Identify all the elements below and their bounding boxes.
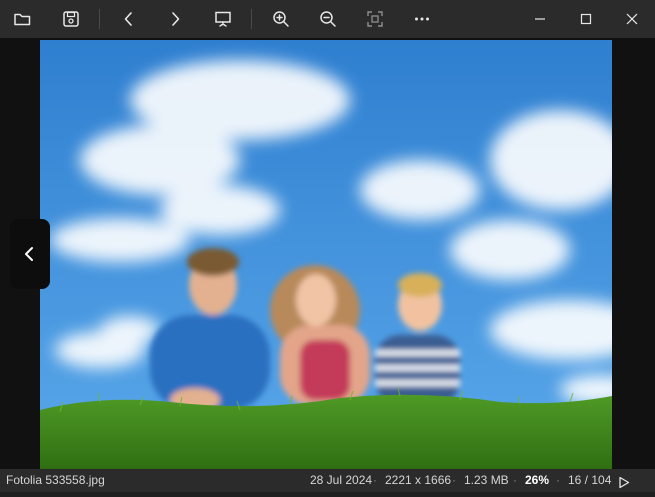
date-taken: 28 Jul 2024 (310, 473, 373, 487)
zoom-level[interactable]: 26% (525, 469, 549, 492)
save-icon (63, 11, 79, 27)
separator-dot: · (373, 473, 377, 487)
maximize-button[interactable] (571, 4, 601, 34)
separator-dot: · (452, 473, 456, 487)
close-button[interactable] (617, 4, 647, 34)
fit-screen-icon (367, 11, 383, 27)
zoom-in-icon (273, 11, 289, 27)
status-bar: Fotolia 533558.jpg 28 Jul 2024 · 2221 x … (0, 469, 655, 492)
slideshow-icon (215, 11, 231, 27)
save-button[interactable] (56, 4, 86, 34)
previous-button[interactable] (114, 4, 144, 34)
file-size: 1.23 MB (464, 473, 509, 487)
chevron-left-icon (124, 12, 132, 26)
open-folder-button[interactable] (8, 4, 38, 34)
minimize-icon (535, 18, 545, 20)
separator-dot: · (556, 473, 560, 487)
photo-viewer-image (40, 40, 612, 469)
close-icon (626, 13, 638, 25)
open-folder-icon (14, 13, 31, 26)
toolbar (0, 0, 655, 38)
more-icon (415, 17, 429, 21)
family-photo (40, 40, 612, 469)
zoom-out-button[interactable] (313, 4, 343, 34)
image-dimensions: 2221 x 1666 (385, 473, 452, 487)
zoom-in-button[interactable] (266, 4, 296, 34)
next-button[interactable] (160, 4, 190, 34)
maximize-icon (580, 13, 592, 25)
previous-image-button[interactable] (10, 219, 50, 289)
separator-dot: · (513, 473, 517, 487)
more-button[interactable] (407, 4, 437, 34)
toolbar-separator (99, 9, 100, 29)
play-slideshow-button[interactable] (618, 474, 630, 497)
toolbar-separator (251, 9, 252, 29)
filename: Fotolia 533558.jpg (6, 473, 105, 487)
image-position: 16 / 104 (568, 473, 612, 487)
play-icon (619, 476, 630, 489)
fit-screen-button[interactable] (360, 4, 390, 34)
slideshow-button[interactable] (208, 4, 238, 34)
chevron-right-icon (172, 12, 180, 26)
chevron-left-icon (25, 247, 33, 261)
zoom-out-icon (320, 11, 336, 27)
minimize-button[interactable] (525, 4, 555, 34)
